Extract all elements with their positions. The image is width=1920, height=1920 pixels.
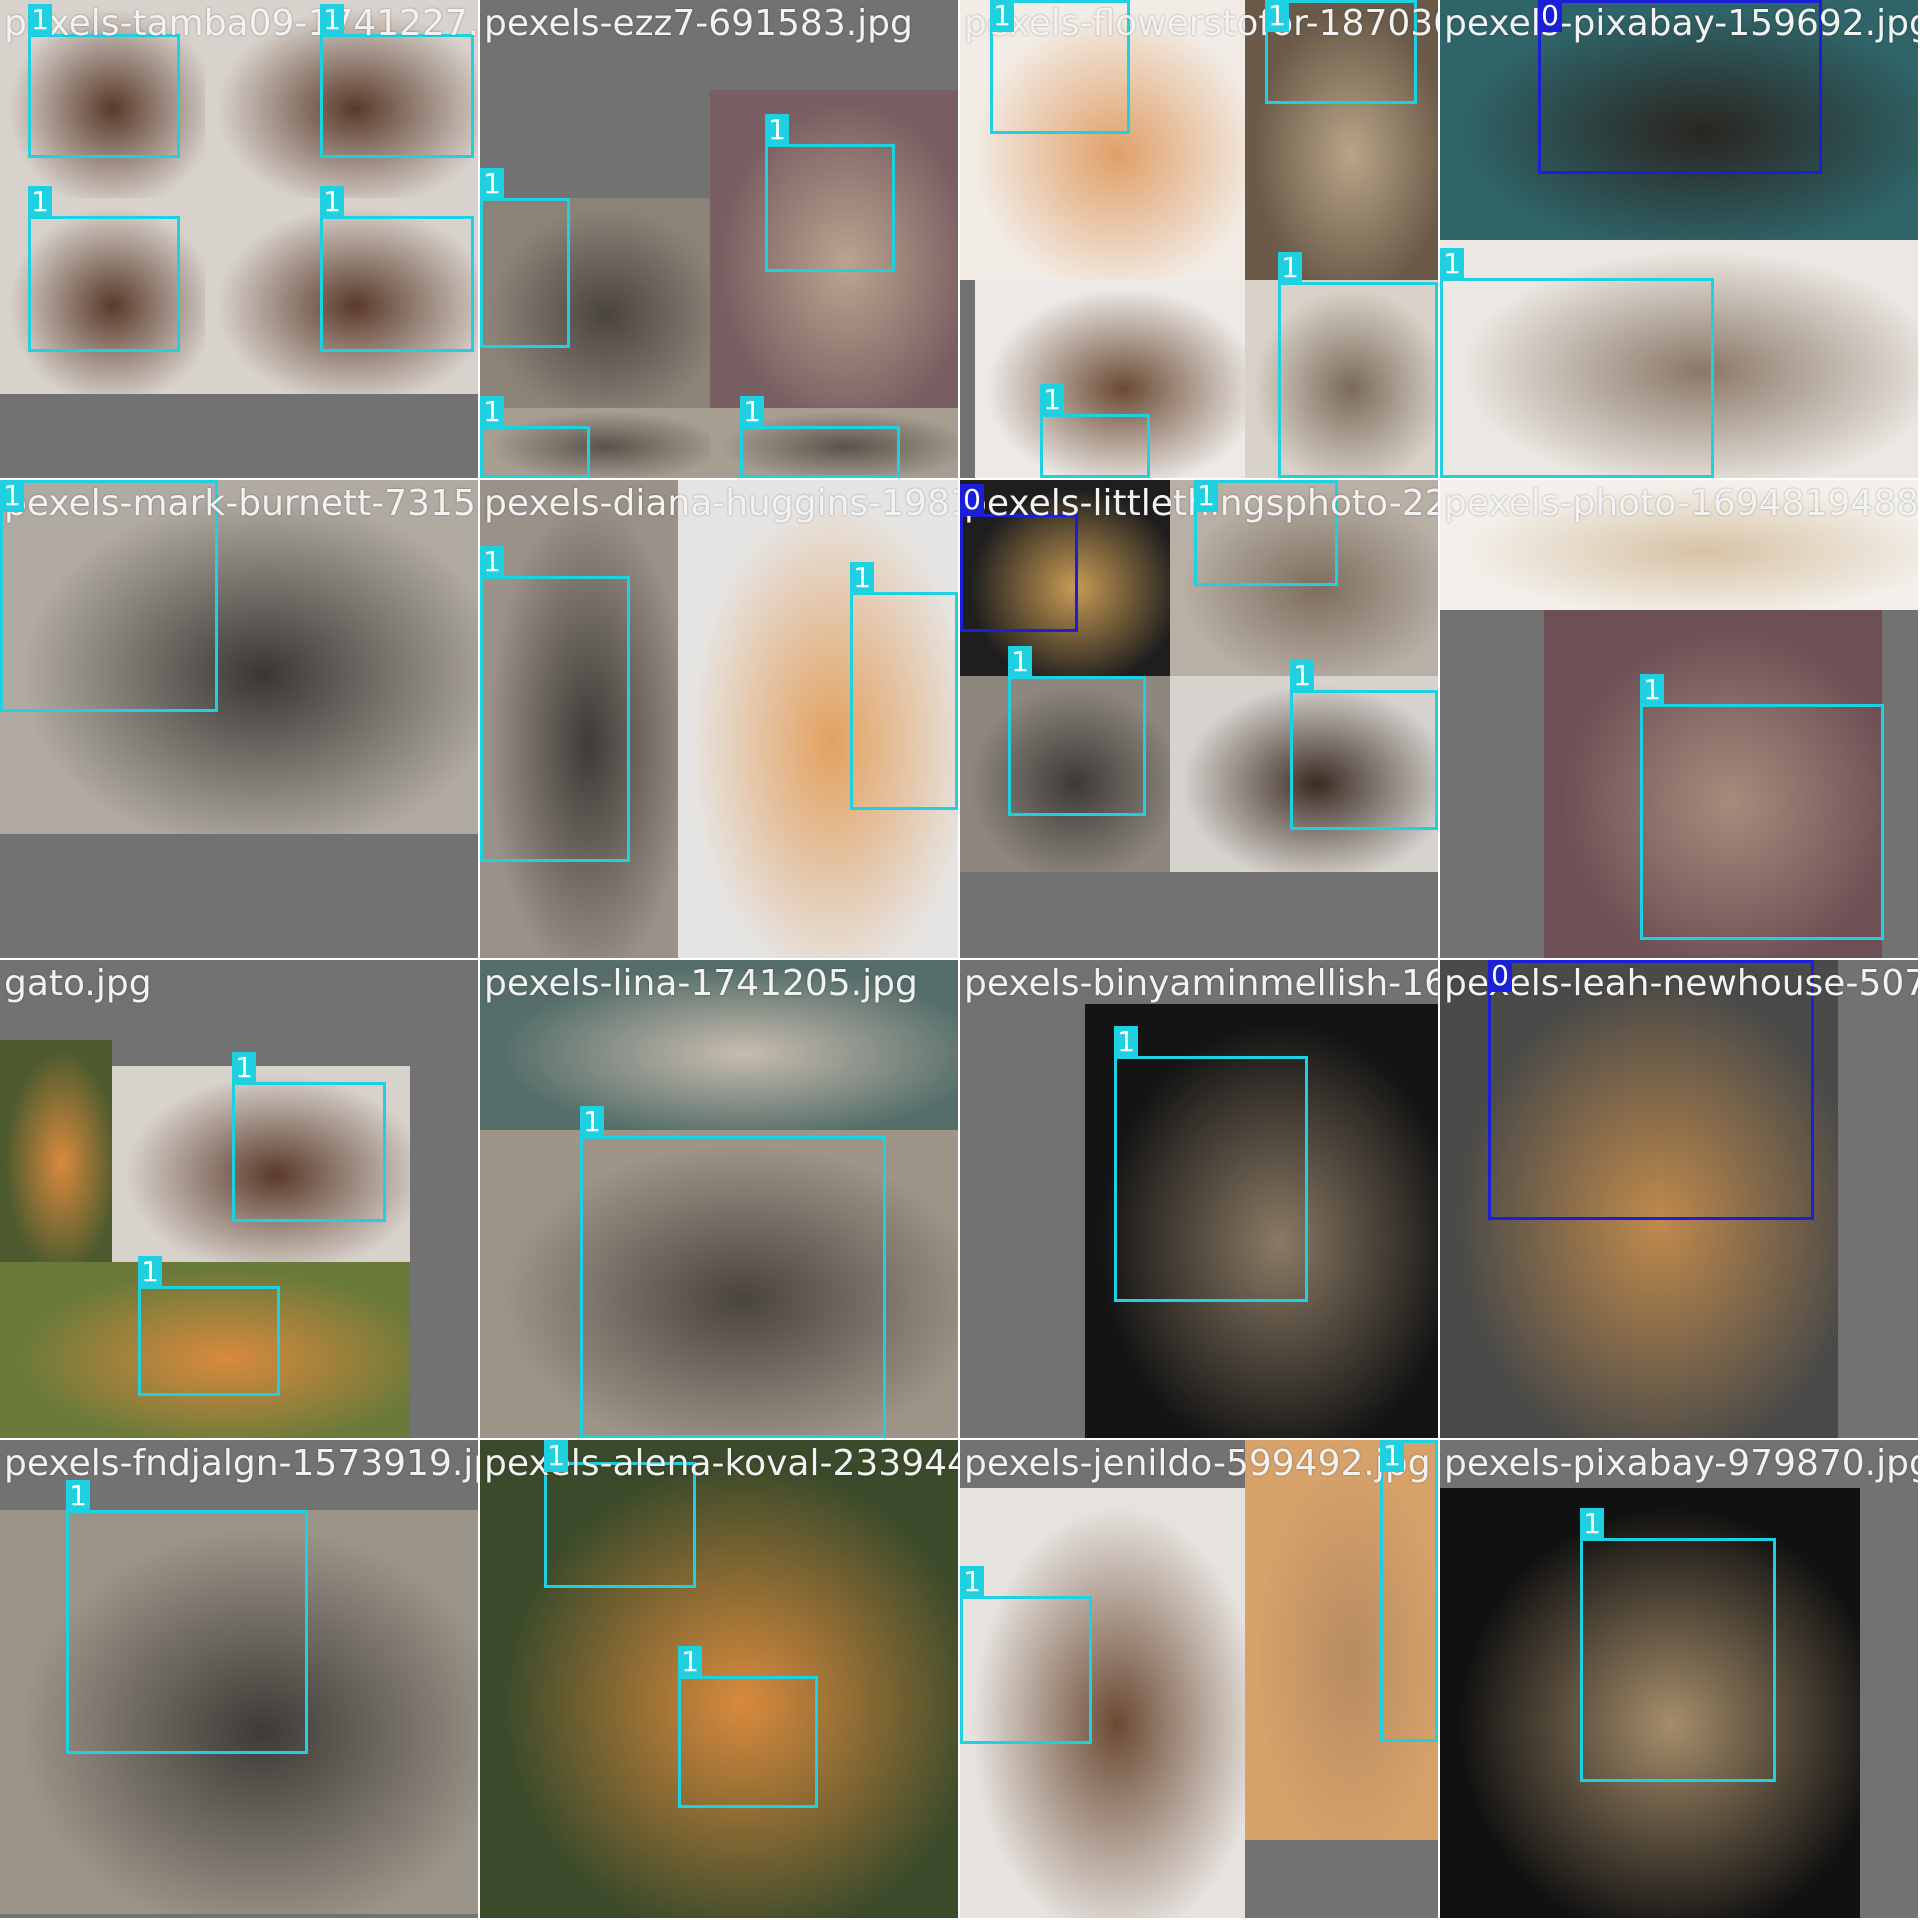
bounding-box: [480, 426, 590, 478]
bounding-box: [544, 1462, 696, 1588]
bounding-box: [1040, 414, 1150, 478]
mosaic-cell: 0111pexels-littlethingsphoto-2253275.jpg: [960, 480, 1438, 958]
mosaic-cell: 1 pexels-pixabay-979870.jpg: [1440, 1440, 1918, 1918]
class-label: 1: [1114, 1026, 1138, 1058]
class-label: 1: [138, 1256, 162, 1288]
bounding-box: [960, 1596, 1092, 1744]
mosaic-cell: 1pexels-mark-burnett-731553.jpg: [0, 480, 478, 958]
mosaic-cell: 1 pexels-fndjalgn-1573919.jpg: [0, 1440, 478, 1918]
bounding-box: [1380, 1440, 1438, 1742]
class-label: 0: [960, 484, 984, 516]
bounding-box: [1640, 704, 1884, 940]
bounding-box: [850, 592, 958, 810]
class-label: 1: [320, 4, 344, 36]
bounding-box: [678, 1676, 818, 1808]
class-label: 1: [1380, 1440, 1404, 1472]
bounding-box: [765, 144, 895, 272]
bounding-box: [320, 216, 474, 352]
class-label: 0: [1488, 960, 1512, 992]
class-label: 1: [850, 562, 874, 594]
class-label: 1: [1278, 252, 1302, 284]
bounding-box: [480, 576, 630, 862]
bounding-box: [28, 34, 180, 158]
filename-label: pexels-ezz7-691583.jpg: [484, 3, 913, 44]
bounding-box: [1114, 1056, 1308, 1302]
bounding-box: [0, 480, 218, 712]
mosaic-cell: 1 pexels-lina-1741205.jpg: [480, 960, 958, 1438]
mosaic-cell: 1 pexels-binyaminmellish-1695684.jpg: [960, 960, 1438, 1438]
class-label: 1: [1440, 248, 1464, 280]
mosaic-cell: 1111pexels-tamba09-1741227.jpg: [0, 0, 478, 478]
class-label: 1: [320, 186, 344, 218]
filename-label: pexels-fndjalgn-1573919.jpg: [4, 1443, 478, 1484]
mosaic-cell: 1pexels-photo-1694819488.jpg: [1440, 480, 1918, 958]
class-label: 1: [480, 396, 504, 428]
mosaic-cell: 1 1 gato.jpg: [0, 960, 478, 1438]
bounding-box: [138, 1286, 280, 1396]
bounding-box: [1278, 282, 1438, 478]
class-label: 1: [1265, 0, 1289, 32]
bounding-box: [320, 34, 474, 158]
class-label: 1: [1194, 480, 1218, 512]
class-label: 1: [740, 396, 764, 428]
bounding-box: [1488, 960, 1814, 1220]
class-label: 1: [480, 168, 504, 200]
photo-tile: [480, 960, 958, 1130]
mosaic-cell: 1 1 1 1 pexels-ezz7-691583.jpg: [480, 0, 958, 478]
bounding-box: [1538, 0, 1822, 174]
bounding-box: [1580, 1538, 1776, 1782]
bounding-box: [1290, 690, 1438, 830]
class-label: 1: [28, 186, 52, 218]
class-label: 1: [765, 114, 789, 146]
bounding-box: [480, 198, 570, 348]
photo-tile: [1440, 480, 1918, 610]
mosaic-cell: 1111pexels-flowerstofor-1870302.jpg: [960, 0, 1438, 478]
class-label: 1: [1580, 1508, 1604, 1540]
bounding-box: [28, 216, 180, 352]
filename-label: pexels-binyaminmellish-1695684.jpg: [964, 963, 1438, 1004]
class-label: 1: [960, 1566, 984, 1598]
filename-label: pexels-pixabay-979870.jpg: [1444, 1443, 1918, 1484]
class-label: 1: [544, 1440, 568, 1472]
class-label: 1: [580, 1106, 604, 1138]
class-label: 1: [232, 1052, 256, 1084]
class-label: 1: [1640, 674, 1664, 706]
class-label: 1: [1290, 660, 1314, 692]
class-label: 1: [1040, 384, 1064, 416]
class-label: 1: [28, 4, 52, 36]
bounding-box: [740, 426, 900, 478]
photo-tile: [0, 1040, 112, 1262]
class-label: 1: [678, 1646, 702, 1678]
mosaic-cell: 0 1 pexels-pixabay-159692.jpg: [1440, 0, 1918, 478]
mosaic-cell: 0 pexels-leah-newhouse-5072: [1440, 960, 1918, 1438]
bounding-box: [66, 1510, 308, 1754]
training-batch-mosaic: 1111pexels-tamba09-1741227.jpg1111pexels…: [0, 0, 1920, 1920]
class-label: 1: [66, 1480, 90, 1512]
class-label: 1: [0, 480, 24, 512]
filename-label: gato.jpg: [4, 963, 152, 1004]
mosaic-cell: 11pexels-alena-koval-233944-982299.jpg: [480, 1440, 958, 1918]
mosaic-cell: 11pexels-diana-huggins-1981607.jpg: [480, 480, 958, 958]
mosaic-cell: 1 1 pexels-jenildo-599492.jpg: [960, 1440, 1438, 1918]
class-label: 1: [1008, 646, 1032, 678]
bounding-box: [232, 1082, 386, 1222]
class-label: 1: [480, 546, 504, 578]
bounding-box: [1440, 278, 1714, 478]
bounding-box: [580, 1136, 886, 1438]
class-label: 1: [990, 0, 1014, 32]
class-label: 0: [1538, 0, 1562, 32]
bounding-box: [1008, 676, 1146, 816]
bounding-box: [960, 514, 1078, 632]
